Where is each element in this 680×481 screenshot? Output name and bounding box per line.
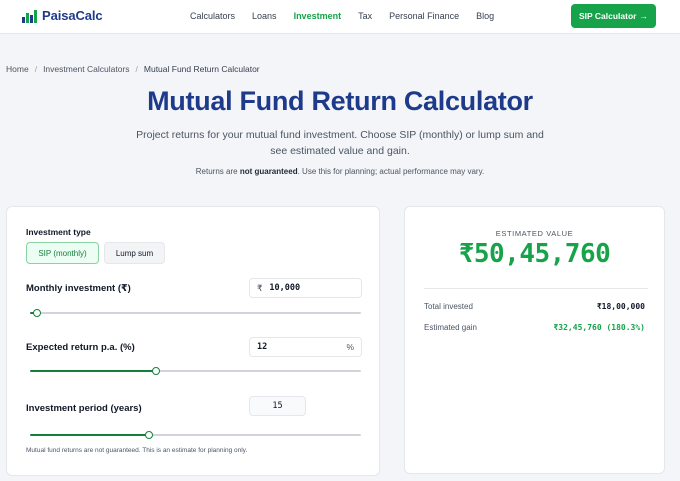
- page-subtitle: Project returns for your mutual fund inv…: [136, 129, 544, 157]
- expected-return-slider[interactable]: [30, 367, 361, 375]
- breadcrumb: Home / Investment Calculators / Mutual F…: [6, 64, 260, 74]
- monthly-investment-slider-thumb[interactable]: [32, 309, 41, 317]
- result-card: ESTIMATED VALUE ₹50,45,760 Total investe…: [404, 206, 665, 474]
- estimated-gain-value: ₹32,45,760 (180.3%): [553, 323, 645, 332]
- nav-personal-finance[interactable]: Personal Finance: [389, 11, 459, 21]
- nav-investment[interactable]: Investment: [294, 11, 342, 21]
- expected-return-input[interactable]: 12 %: [249, 337, 362, 357]
- brand[interactable]: PaisaCalc: [22, 8, 103, 23]
- disclaimer-text: Mutual fund returns are not guaranteed. …: [26, 447, 248, 454]
- nav-calculators[interactable]: Calculators: [190, 11, 235, 21]
- investment-period-slider-fill: [30, 434, 150, 436]
- monthly-investment-value: 10,000: [269, 283, 301, 293]
- breadcrumb-separator: /: [34, 64, 38, 74]
- breadcrumb-investment-calculators[interactable]: Investment Calculators: [43, 64, 129, 74]
- percent-suffix: %: [346, 342, 354, 352]
- estimated-gain-label: Estimated gain: [424, 323, 477, 332]
- expected-return-label: Expected return p.a. (%): [26, 342, 135, 353]
- investment-period-label: Investment period (years): [26, 403, 142, 414]
- monthly-investment-label: Monthly investment (₹): [26, 283, 131, 294]
- calculator-form-card: Investment type SIP (monthly) Lump sum M…: [6, 206, 380, 476]
- result-divider: [424, 288, 648, 289]
- estimated-value: ₹50,45,760: [458, 239, 611, 269]
- returns-note-emphasis: not guaranteed: [239, 167, 298, 176]
- arrow-right-icon: →: [639, 11, 648, 21]
- nav-tax[interactable]: Tax: [358, 11, 372, 21]
- total-invested-label: Total invested: [424, 302, 473, 311]
- brand-name: PaisaCalc: [42, 8, 103, 23]
- investment-period-value: 15: [272, 401, 283, 411]
- monthly-investment-input[interactable]: ₹ 10,000: [249, 278, 362, 298]
- sip-calculator-button[interactable]: SIP Calculator →: [571, 4, 656, 28]
- returns-note-prefix: Returns are: [195, 167, 240, 176]
- page-title: Mutual Fund Return Calculator: [147, 86, 533, 116]
- main-nav: Calculators Loans Investment Tax Persona…: [190, 11, 511, 21]
- sip-calculator-button-label: SIP Calculator: [579, 11, 637, 21]
- expected-return-slider-thumb[interactable]: [151, 367, 160, 375]
- returns-note-suffix: . Use this for planning; actual performa…: [297, 167, 485, 176]
- breadcrumb-separator: /: [135, 64, 138, 74]
- sip-monthly-option[interactable]: SIP (monthly): [26, 242, 99, 264]
- breadcrumb-current: Mutual Fund Return Calculator: [143, 64, 260, 74]
- estimated-value-label: ESTIMATED VALUE: [495, 229, 574, 238]
- investment-type-label: Investment type: [26, 227, 91, 237]
- nav-loans[interactable]: Loans: [252, 11, 277, 21]
- investment-period-slider[interactable]: [30, 431, 361, 439]
- breadcrumb-home[interactable]: Home: [6, 64, 29, 74]
- expected-return-value: 12: [257, 342, 268, 352]
- returns-note: Returns are not guaranteed. Use this for…: [0, 167, 680, 176]
- total-invested-value: ₹18,00,000: [596, 302, 645, 311]
- monthly-investment-slider[interactable]: [30, 309, 361, 317]
- investment-period-input[interactable]: 15: [249, 396, 306, 416]
- investment-period-slider-thumb[interactable]: [145, 431, 154, 439]
- lump-sum-option[interactable]: Lump sum: [104, 242, 165, 264]
- rupee-prefix: ₹: [257, 282, 263, 293]
- top-navigation-bar: PaisaCalc Calculators Loans Investment T…: [0, 0, 680, 34]
- expected-return-slider-fill: [30, 370, 156, 372]
- nav-blog[interactable]: Blog: [476, 11, 494, 21]
- bar-chart-logo-icon: [22, 10, 37, 23]
